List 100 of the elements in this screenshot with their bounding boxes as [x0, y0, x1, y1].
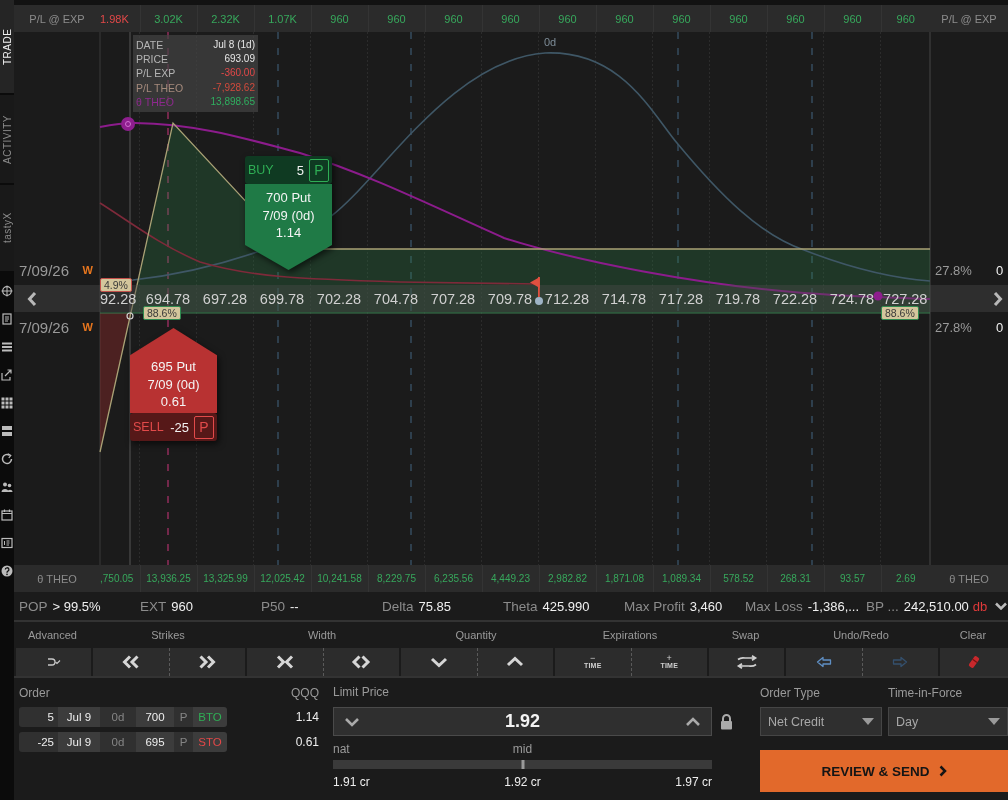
chevrons-inward-icon [274, 655, 295, 669]
tooltip-label: θ THEO [136, 94, 175, 109]
price-axis-label: 709.78 [487, 290, 533, 307]
price-axis-label: 702.28 [316, 290, 362, 307]
theta-point-marker[interactable] [121, 117, 135, 131]
list-icon[interactable] [1, 341, 13, 353]
slider-thumb[interactable] [521, 760, 524, 769]
chevron-left-icon[interactable] [27, 290, 37, 307]
tooltip-label: PRICE [136, 52, 170, 67]
flag-icon [530, 277, 540, 297]
theta-theo-value: 1,089.34 [662, 573, 701, 584]
sidebar-tab[interactable]: ACTIVITY [0, 95, 14, 183]
expiration-type-label: W [82, 264, 93, 276]
theta-theo-value: 2.69 [896, 573, 916, 584]
panels-icon[interactable] [1, 425, 13, 437]
people-icon[interactable] [1, 481, 13, 493]
pl-at-expiration-value: 1.98K [100, 12, 129, 25]
limit-price-field[interactable]: 1.92 [333, 707, 712, 736]
stat-value: -- [290, 598, 299, 614]
chevrons-outward-icon [351, 655, 372, 669]
calendar-icon[interactable] [1, 509, 13, 521]
export-icon[interactable] [1, 369, 13, 381]
expiration-type-label: W [82, 321, 93, 333]
limit-price-label: Limit Price [333, 685, 389, 700]
theta-theo-value: 13,936.25 [146, 573, 191, 584]
leg-price: 0.61 [295, 735, 319, 749]
pl-at-expiration-value: 960 [558, 12, 577, 25]
leg-strike-cell[interactable]: 695 [136, 732, 174, 752]
sidebar-tab[interactable]: tastyX [0, 185, 14, 271]
price-axis-label: 719.78 [715, 290, 761, 307]
tooltip-value: 13,898.65 [210, 94, 255, 109]
order-action: BUY [248, 163, 274, 177]
price-slider-track[interactable] [333, 760, 712, 769]
leg-price: 1.14 [295, 710, 319, 724]
order-label: Order [19, 685, 50, 700]
help-icon[interactable] [1, 565, 13, 577]
leg-quantity-cell[interactable]: -25 [19, 732, 58, 752]
leg-strike-cell[interactable]: 700 [136, 707, 174, 727]
order-quantity: 5 [296, 162, 304, 178]
theta-theo-value: 578.52 [723, 573, 754, 584]
pl-at-expiration-value: 960 [387, 12, 406, 25]
theta-theo-value: 93.57 [840, 573, 865, 584]
price-axis-label: 707.28 [430, 290, 476, 307]
caret-down-icon [862, 718, 874, 725]
grid-icon[interactable] [1, 397, 13, 409]
undo-arrow-icon [815, 656, 832, 668]
stat-label: BP ... [866, 598, 899, 614]
order-type-label: Order Type [760, 685, 821, 700]
leg-expiration-cell[interactable]: Jul 9 [58, 732, 100, 752]
leg-type-cell[interactable]: P [174, 732, 193, 752]
bracket-check-icon [46, 657, 61, 667]
leg-expiration-cell[interactable]: Jul 9 [58, 707, 100, 727]
chevron-down-icon[interactable] [344, 716, 360, 727]
stat-label: POP [19, 598, 48, 614]
stat-value: 3,460 [689, 598, 723, 614]
expiration-date: 7/09/26 [19, 261, 70, 279]
slider-end-label: nat [333, 742, 350, 756]
price-axis-label: 694.78 [145, 290, 191, 307]
theta-theo-value: 13,325.99 [203, 573, 248, 584]
chevron-right-icon [938, 765, 947, 777]
tooltip-label: P/L EXP [136, 66, 177, 81]
sidebar-tab[interactable]: TRADE [0, 0, 14, 93]
implied-volatility: 27.8% [935, 319, 972, 335]
leg-action-cell[interactable]: BTO [193, 707, 227, 727]
price-axis-label: 714.78 [601, 290, 647, 307]
stat-label: Max Loss [745, 598, 803, 614]
tooltip-label: P/L THEO [136, 80, 185, 95]
lock-icon[interactable] [720, 713, 733, 730]
price-axis-label: 697.28 [202, 290, 248, 307]
chevron-down-icon[interactable] [995, 602, 1007, 610]
stat-label: P50 [261, 598, 286, 614]
id-card-icon[interactable] [1, 537, 13, 549]
option-expiration: 7/09 (0d) [147, 375, 200, 393]
pl-at-expiration-value: 1.07K [268, 12, 297, 25]
review-send-button[interactable]: REVIEW & SEND [760, 750, 1008, 792]
leg-quantity-cell[interactable]: 5 [19, 707, 58, 727]
target-icon[interactable] [1, 285, 13, 297]
refresh-icon[interactable] [1, 453, 13, 465]
chevron-right-icon[interactable] [993, 290, 1003, 307]
chevron-up-icon [506, 656, 525, 668]
stat-label: Delta [382, 598, 414, 614]
order-type-dropdown[interactable]: Net Credit [760, 707, 882, 736]
chevron-up-icon[interactable] [685, 716, 701, 727]
price-axis-label: 712.28 [544, 290, 590, 307]
tooltip-value: 693.09 [223, 52, 255, 67]
price-axis-label: 704.78 [373, 290, 419, 307]
option-price: 1.14 [275, 224, 302, 242]
chevron-down-icon [429, 656, 448, 668]
theta-theo-value: 10,241.58 [317, 573, 362, 584]
caret-down-icon [988, 718, 1000, 725]
theta-theo-value: ,750.05 [100, 573, 134, 584]
order-action: SELL [133, 420, 164, 434]
leg-type-cell[interactable]: P [174, 707, 193, 727]
time-in-force-dropdown[interactable]: Day [888, 707, 1008, 736]
toolbar-group-label: Width [307, 629, 337, 641]
theta-theo-label: θ THEO [37, 572, 77, 585]
document-icon[interactable] [1, 313, 13, 325]
theta-point-marker[interactable] [873, 291, 883, 301]
double-chevron-left-icon [120, 655, 141, 669]
leg-days-cell: 0d [100, 732, 136, 752]
